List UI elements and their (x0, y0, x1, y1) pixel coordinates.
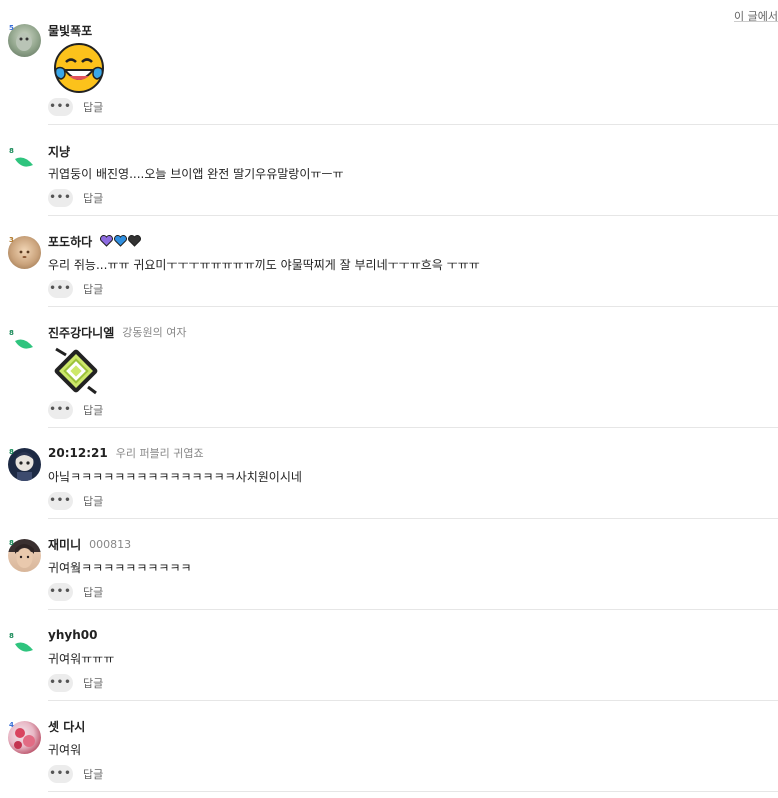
blue-heart-icon (114, 235, 128, 247)
level-badge: 5 (9, 24, 14, 32)
leaf-icon[interactable] (14, 156, 34, 168)
nickname[interactable]: yhyh00 (48, 628, 97, 642)
level-badge: 8 (9, 147, 14, 155)
comment-text: 귀여워ㅠㅠㅠ (48, 652, 115, 666)
reply-button[interactable]: 답글 (83, 584, 103, 600)
nick-row: 진주강다니엘 강동원의 여자 (48, 323, 186, 341)
level-badge: 8 (9, 329, 14, 337)
nickname[interactable]: 물빛폭포 (48, 22, 92, 39)
nick-row: 지냥 (48, 142, 70, 160)
more-options-button[interactable]: ••• (48, 492, 73, 510)
comment-text: 우리 쥐능...ㅠㅠ 귀요미ㅜㅜㅜㅠㅠㅠㅠㅠ끼도 야물딱찌게 잘 부리네ㅜㅜㅠ흐… (48, 258, 480, 272)
level-badge: 8 (9, 539, 14, 547)
level-badge: 8 (9, 632, 14, 640)
divider (48, 124, 778, 125)
comment-text: 귀여워 (48, 743, 82, 757)
more-options-button[interactable]: ••• (48, 583, 73, 601)
divider (48, 700, 778, 701)
more-options-button[interactable]: ••• (48, 280, 73, 298)
user-tag: 000813 (89, 537, 132, 551)
divider (48, 427, 778, 428)
nickname[interactable]: 20:12:21 (48, 446, 108, 460)
nick-row: yhyh00 (48, 626, 97, 644)
more-options-button[interactable]: ••• (48, 98, 73, 116)
divider (48, 518, 778, 519)
comment-actions: ••• 답글 (48, 188, 103, 208)
laughing-tears-emoji (53, 42, 105, 94)
user-tag: 우리 퍼블리 귀엽죠 (115, 447, 204, 460)
nickname[interactable]: 진주강다니엘 (48, 324, 114, 341)
comment-actions: ••• 답글 (48, 582, 103, 602)
reply-button[interactable]: 답글 (83, 99, 103, 115)
reply-button[interactable]: 답글 (83, 493, 103, 509)
divider (48, 609, 778, 610)
divider (48, 791, 778, 792)
more-options-button[interactable]: ••• (48, 674, 73, 692)
more-options-button[interactable]: ••• (48, 401, 73, 419)
divider (48, 306, 778, 307)
comment-actions: ••• 답글 (48, 764, 103, 784)
user-tag: 강동원의 여자 (122, 326, 187, 339)
comment-actions: ••• 답글 (48, 673, 103, 693)
comment-actions: ••• 답글 (48, 279, 103, 299)
nick-row: 포도하다 (48, 232, 142, 250)
more-options-button[interactable]: ••• (48, 765, 73, 783)
black-heart-icon (128, 235, 142, 247)
nickname[interactable]: 지냥 (48, 143, 70, 160)
heart-emojis (100, 235, 142, 247)
comment-text: 아닠ㅋㅋㅋㅋㅋㅋㅋㅋㅋㅋㅋㅋㅋㅋㅋ사치원이시네 (48, 470, 302, 484)
nick-row: 물빛폭포 (48, 21, 92, 39)
comment-actions: ••• 답글 (48, 400, 103, 420)
nickname[interactable]: 포도하다 (48, 233, 92, 250)
comment-text: 귀여웤ㅋㅋㅋㅋㅋㅋㅋㅋㅋㅋ (48, 561, 192, 575)
nick-row: 재미니 000813 (48, 535, 131, 553)
more-options-button[interactable]: ••• (48, 189, 73, 207)
green-diamond-sticker (52, 345, 100, 397)
divider (48, 215, 778, 216)
reply-button[interactable]: 답글 (83, 766, 103, 782)
comment-actions: ••• 답글 (48, 97, 103, 117)
reply-button[interactable]: 답글 (83, 281, 103, 297)
level-badge: 4 (9, 721, 14, 729)
top-link[interactable]: 이 글에서 (734, 8, 778, 22)
level-badge: 8 (9, 448, 14, 456)
reply-button[interactable]: 답글 (83, 675, 103, 691)
reply-button[interactable]: 답글 (83, 402, 103, 418)
nickname[interactable]: 재미니 (48, 536, 81, 553)
comment-text: 귀엽둥이 배진영....오늘 브이앱 완전 딸기우유말랑이ㅠㅡㅠ (48, 167, 344, 181)
nick-row: 20:12:21 우리 퍼블리 귀엽죠 (48, 444, 204, 462)
leaf-icon[interactable] (14, 338, 34, 350)
reply-button[interactable]: 답글 (83, 190, 103, 206)
level-badge: 3 (9, 236, 14, 244)
nickname[interactable]: 셋 다시 (48, 718, 85, 735)
nick-row: 셋 다시 (48, 717, 85, 735)
leaf-icon[interactable] (14, 641, 34, 653)
purple-heart-icon (100, 235, 114, 247)
comment-actions: ••• 답글 (48, 491, 103, 511)
